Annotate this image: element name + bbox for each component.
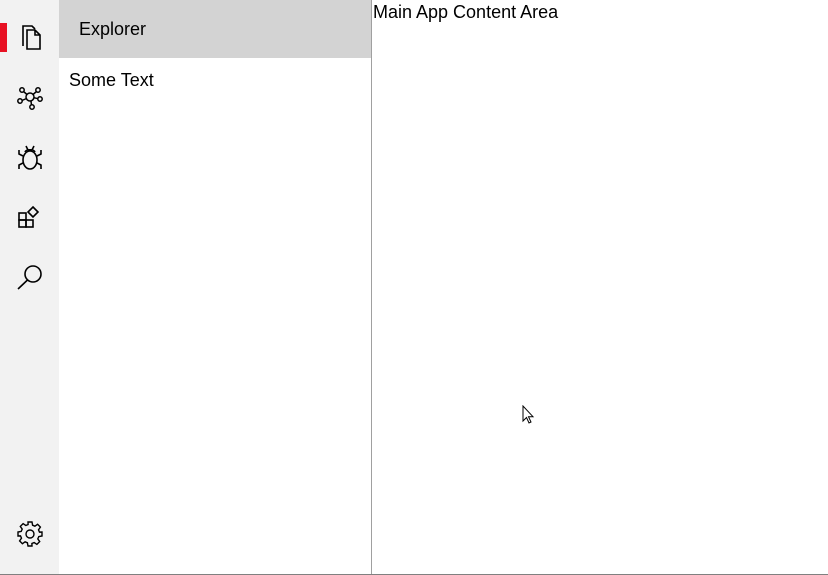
main-content-text: Main App Content Area: [373, 2, 559, 22]
activity-item-extensions[interactable]: [0, 192, 59, 242]
files-icon: [21, 25, 41, 50]
search-icon: [16, 265, 42, 290]
network-icon: [16, 87, 43, 110]
activity-item-explorer[interactable]: [0, 12, 59, 62]
panel-body-text: Some Text: [69, 70, 154, 90]
bug-icon: [17, 145, 42, 170]
panel-title: Explorer: [79, 18, 147, 39]
activity-item-search[interactable]: [0, 252, 59, 302]
explorer-panel: Explorer Some Text: [59, 0, 371, 574]
activity-item-network[interactable]: [0, 72, 59, 122]
activity-item-debug[interactable]: [0, 133, 59, 183]
mouse-cursor-icon: [522, 405, 535, 424]
activity-bar: [0, 0, 59, 574]
panel-body: Some Text: [59, 58, 371, 103]
settings-button[interactable]: [0, 509, 59, 559]
gear-icon: [16, 521, 43, 547]
main-content: Main App Content Area: [372, 0, 828, 574]
panel-header: Explorer: [59, 0, 371, 58]
extensions-icon: [17, 205, 39, 228]
